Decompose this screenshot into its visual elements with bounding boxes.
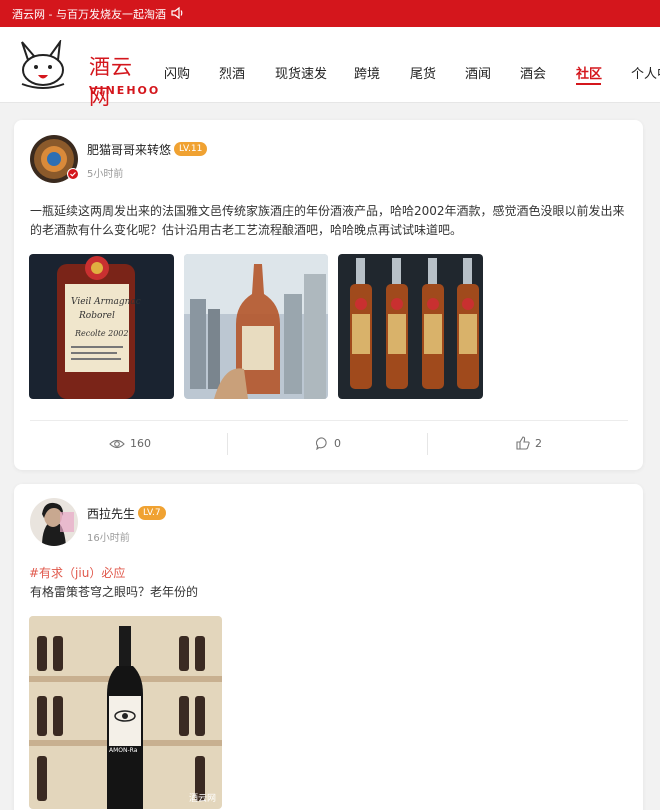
nav-item-cross-border[interactable]: 跨境 xyxy=(354,63,380,82)
svg-text:Vieil Armagnac: Vieil Armagnac xyxy=(71,297,141,307)
comment-icon xyxy=(316,437,327,450)
nav-item-clearance[interactable]: 尾货 xyxy=(410,63,436,82)
stat-separator xyxy=(227,433,228,455)
like-count: 2 xyxy=(535,436,542,450)
nav-item-spirits[interactable]: 烈酒 xyxy=(219,63,245,82)
like-button[interactable]: 2 xyxy=(516,436,542,450)
divider xyxy=(30,420,628,421)
username[interactable]: 肥猫哥哥来转悠 xyxy=(87,141,171,158)
nav-active-indicator xyxy=(576,83,601,85)
nav-item-flash[interactable]: 闪购 xyxy=(164,63,190,82)
eye-icon xyxy=(109,439,125,448)
slogan: 酒云网 - 与百万发烧友一起淘酒 xyxy=(12,7,166,21)
site-header: 酒云网 VINEHOO 闪购 烈酒 现货速发 跨境 尾货 酒闻 酒会 社区 个人… xyxy=(0,27,660,109)
logo-text-en: VINEHOO xyxy=(89,84,161,97)
svg-text:Roborel: Roborel xyxy=(78,311,115,321)
post-time: 16小时前 xyxy=(87,533,130,544)
nav-item-profile[interactable]: 个人中 xyxy=(631,63,660,82)
watermark: 酒云网 xyxy=(188,794,216,804)
comment-button[interactable]: 0 xyxy=(316,437,341,450)
nav-item-events[interactable]: 酒会 xyxy=(520,63,546,82)
username[interactable]: 西拉先生 xyxy=(87,505,135,522)
svg-text:Recolte 2002: Recolte 2002 xyxy=(74,329,128,338)
speaker-icon[interactable] xyxy=(170,6,186,20)
rabbit-logo-icon xyxy=(21,38,65,89)
level-badge: LV.11 xyxy=(174,142,208,156)
stat-separator xyxy=(427,433,428,455)
verified-badge-icon xyxy=(67,168,79,180)
site-logo[interactable]: 酒云网 VINEHOO xyxy=(14,38,158,109)
top-banner: 酒云网 - 与百万发烧友一起淘酒 xyxy=(0,0,660,27)
post-photo[interactable]: AMON-Ra 酒云网 xyxy=(29,616,222,809)
post-text: 一瓶延续这两周发出来的法国雅文邑传统家族酒庄的年份酒液产品，哈哈2002年酒款，… xyxy=(30,204,625,237)
comment-count: 0 xyxy=(334,437,341,450)
nav-item-in-stock[interactable]: 现货速发 xyxy=(275,63,327,82)
svg-text:AMON-Ra: AMON-Ra xyxy=(109,747,138,754)
views-stat: 160 xyxy=(109,437,151,450)
level-badge: LV.7 xyxy=(138,506,166,520)
nav-item-community[interactable]: 社区 xyxy=(576,63,602,82)
post-photo[interactable] xyxy=(184,254,328,399)
post-photo[interactable]: Vieil Armagnac Roborel Recolte 2002 xyxy=(29,254,174,399)
post-text: 有格雷策苍穹之眼吗？老年份的 xyxy=(30,585,199,599)
post-time: 5小时前 xyxy=(87,169,124,180)
post-card: 肥猫哥哥来转悠 LV.11 5小时前 一瓶延续这两周发出来的法国雅文邑传统家族酒… xyxy=(14,120,643,470)
thumbs-up-icon xyxy=(516,436,530,450)
logo-text-cn: 酒云网 xyxy=(89,55,133,109)
avatar[interactable] xyxy=(30,498,78,546)
views-count: 160 xyxy=(130,437,151,450)
post-card: 西拉先生 LV.7 16小时前 #有求（jiu）必应 有格雷策苍穹之眼吗？老年份… xyxy=(14,484,643,810)
post-photo[interactable] xyxy=(338,254,483,399)
nav-item-news[interactable]: 酒闻 xyxy=(465,63,491,82)
topic-tag[interactable]: #有求（jiu）必应 xyxy=(29,564,125,581)
